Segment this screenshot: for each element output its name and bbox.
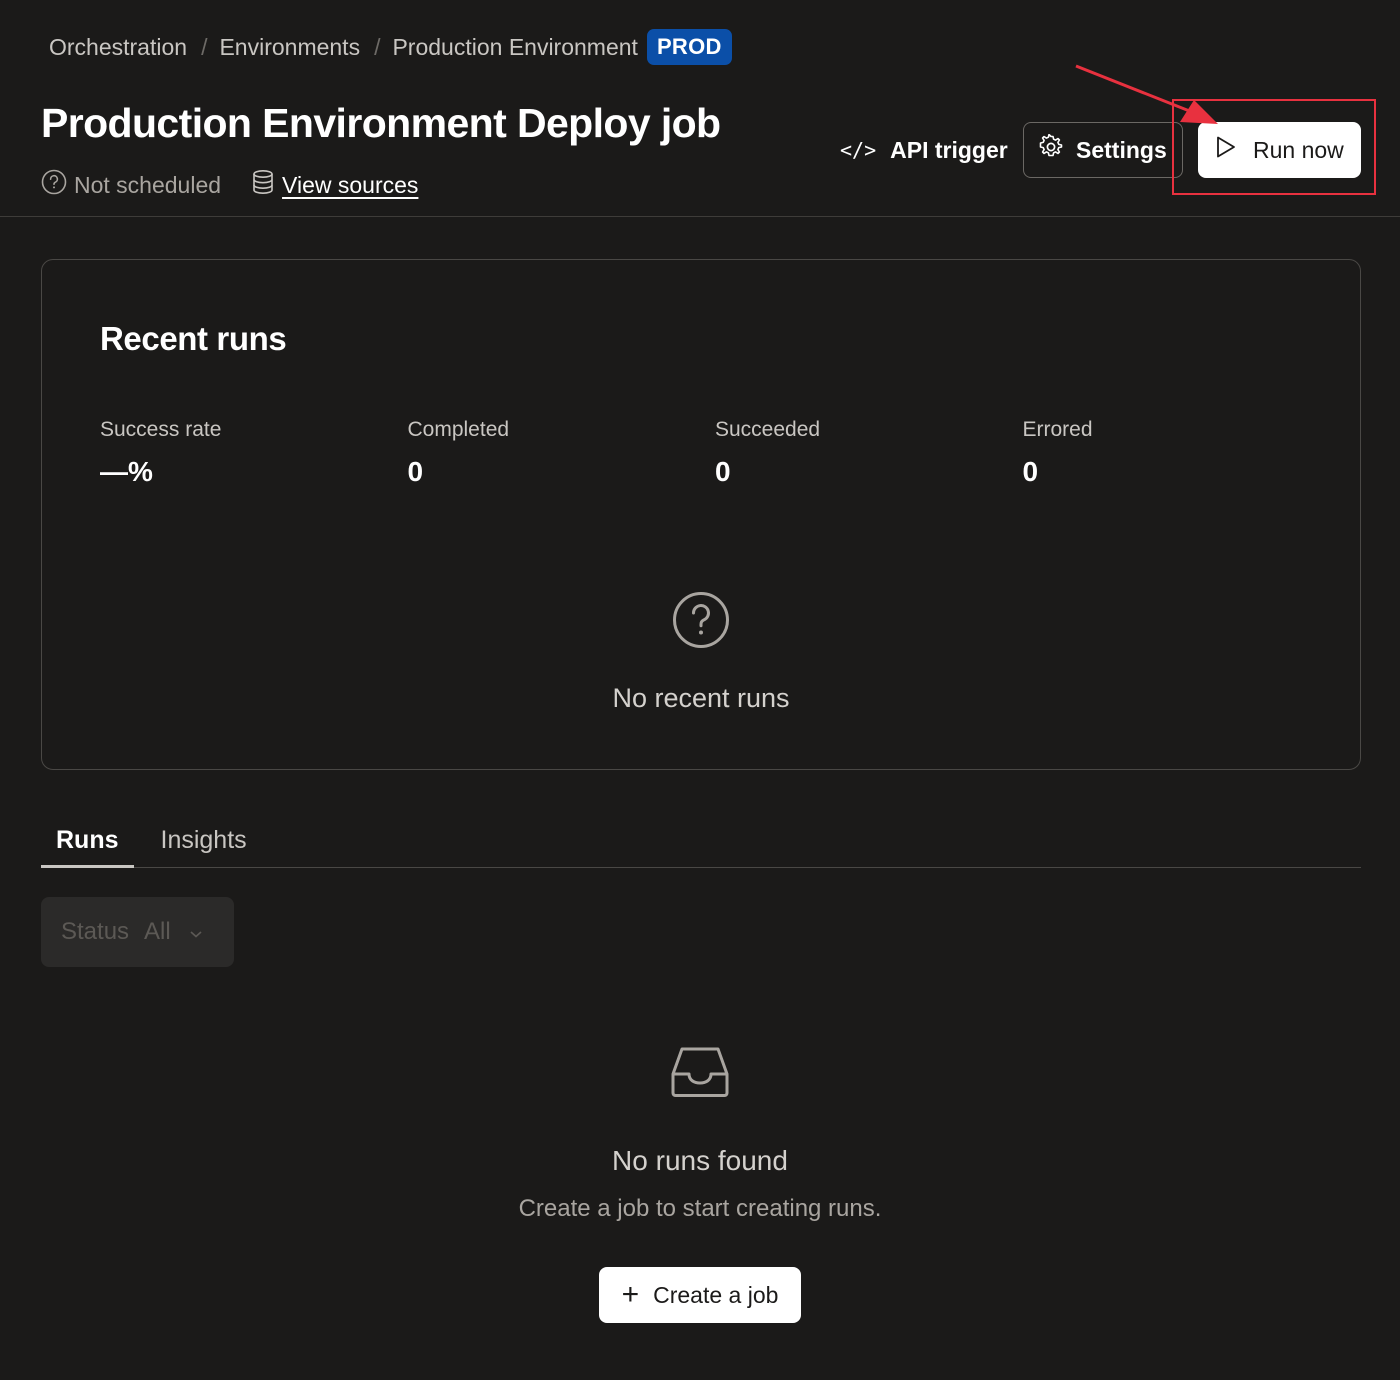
runs-tabs: Runs Insights <box>41 818 1361 868</box>
api-trigger-label: API trigger <box>890 136 1008 163</box>
page-title: Production Environment Deploy job <box>41 100 721 146</box>
database-icon <box>251 169 282 201</box>
recent-runs-card: Recent runs Success rate —% Completed 0 … <box>41 259 1361 770</box>
stat-label: Succeeded <box>715 418 821 441</box>
recent-runs-empty: No recent runs <box>42 590 1360 714</box>
status-filter-label: Status <box>61 918 130 945</box>
code-icon: </> <box>840 138 877 162</box>
stat-success-rate: Success rate —% <box>100 418 408 488</box>
schedule-status-label: Not scheduled <box>74 171 222 198</box>
api-trigger-button[interactable]: </> API trigger <box>836 122 1012 178</box>
stat-errored: Errored 0 <box>1023 418 1331 488</box>
breadcrumb-separator: / <box>201 33 208 60</box>
plus-icon: + <box>621 1278 640 1311</box>
settings-button[interactable]: Settings <box>1023 122 1183 178</box>
create-job-button[interactable]: + Create a job <box>599 1267 801 1323</box>
no-recent-runs-text: No recent runs <box>612 683 790 713</box>
stat-label: Success rate <box>100 418 222 441</box>
stat-value: 0 <box>715 456 731 487</box>
question-circle-icon <box>41 169 74 201</box>
view-sources-link[interactable]: View sources <box>251 169 418 201</box>
chevron-down-icon <box>189 918 203 946</box>
job-meta: Not scheduled View sources <box>41 168 418 202</box>
job-page: Orchestration / Environments / Productio… <box>0 0 1400 1380</box>
breadcrumb-production-environment[interactable]: Production Environment <box>392 34 637 61</box>
play-icon <box>1215 135 1253 165</box>
stat-value: 0 <box>1022 456 1039 487</box>
breadcrumb: Orchestration / Environments / Productio… <box>49 28 732 66</box>
breadcrumb-orchestration[interactable]: Orchestration <box>49 34 187 61</box>
no-runs-subtitle: Create a job to start creating runs. <box>518 1195 882 1222</box>
stat-value: 0 <box>407 456 424 487</box>
run-now-button[interactable]: Run now <box>1198 122 1361 178</box>
run-now-label: Run now <box>1253 136 1344 163</box>
tab-runs[interactable]: Runs <box>41 818 134 868</box>
settings-label: Settings <box>1076 136 1167 163</box>
recent-runs-title: Recent runs <box>100 320 287 357</box>
tab-insights[interactable]: Insights <box>146 818 262 868</box>
environment-badge: PROD <box>646 29 732 65</box>
view-sources-label: View sources <box>282 171 419 198</box>
breadcrumb-environments[interactable]: Environments <box>219 34 360 61</box>
stat-completed: Completed 0 <box>408 418 716 488</box>
header-divider <box>0 216 1400 217</box>
header-actions: </> API trigger Settings Run now <box>836 122 1361 178</box>
stat-succeeded: Succeeded 0 <box>715 418 1023 488</box>
stat-label: Errored <box>1022 418 1093 441</box>
no-runs-title: No runs found <box>612 1145 788 1176</box>
inbox-icon <box>670 1046 730 1103</box>
breadcrumb-separator: / <box>374 33 381 60</box>
schedule-status: Not scheduled <box>41 169 221 201</box>
stat-label: Completed <box>407 418 510 441</box>
run-stats: Success rate —% Completed 0 Succeeded 0 … <box>100 418 1330 488</box>
no-runs-empty-state: No runs found Create a job to start crea… <box>0 1046 1400 1323</box>
status-filter-value: All <box>144 918 171 945</box>
gear-icon <box>1038 133 1076 166</box>
stat-value: —% <box>100 456 153 487</box>
status-filter-select[interactable]: Status All <box>41 897 234 967</box>
question-circle-icon <box>671 590 731 655</box>
create-job-label: Create a job <box>653 1281 779 1308</box>
